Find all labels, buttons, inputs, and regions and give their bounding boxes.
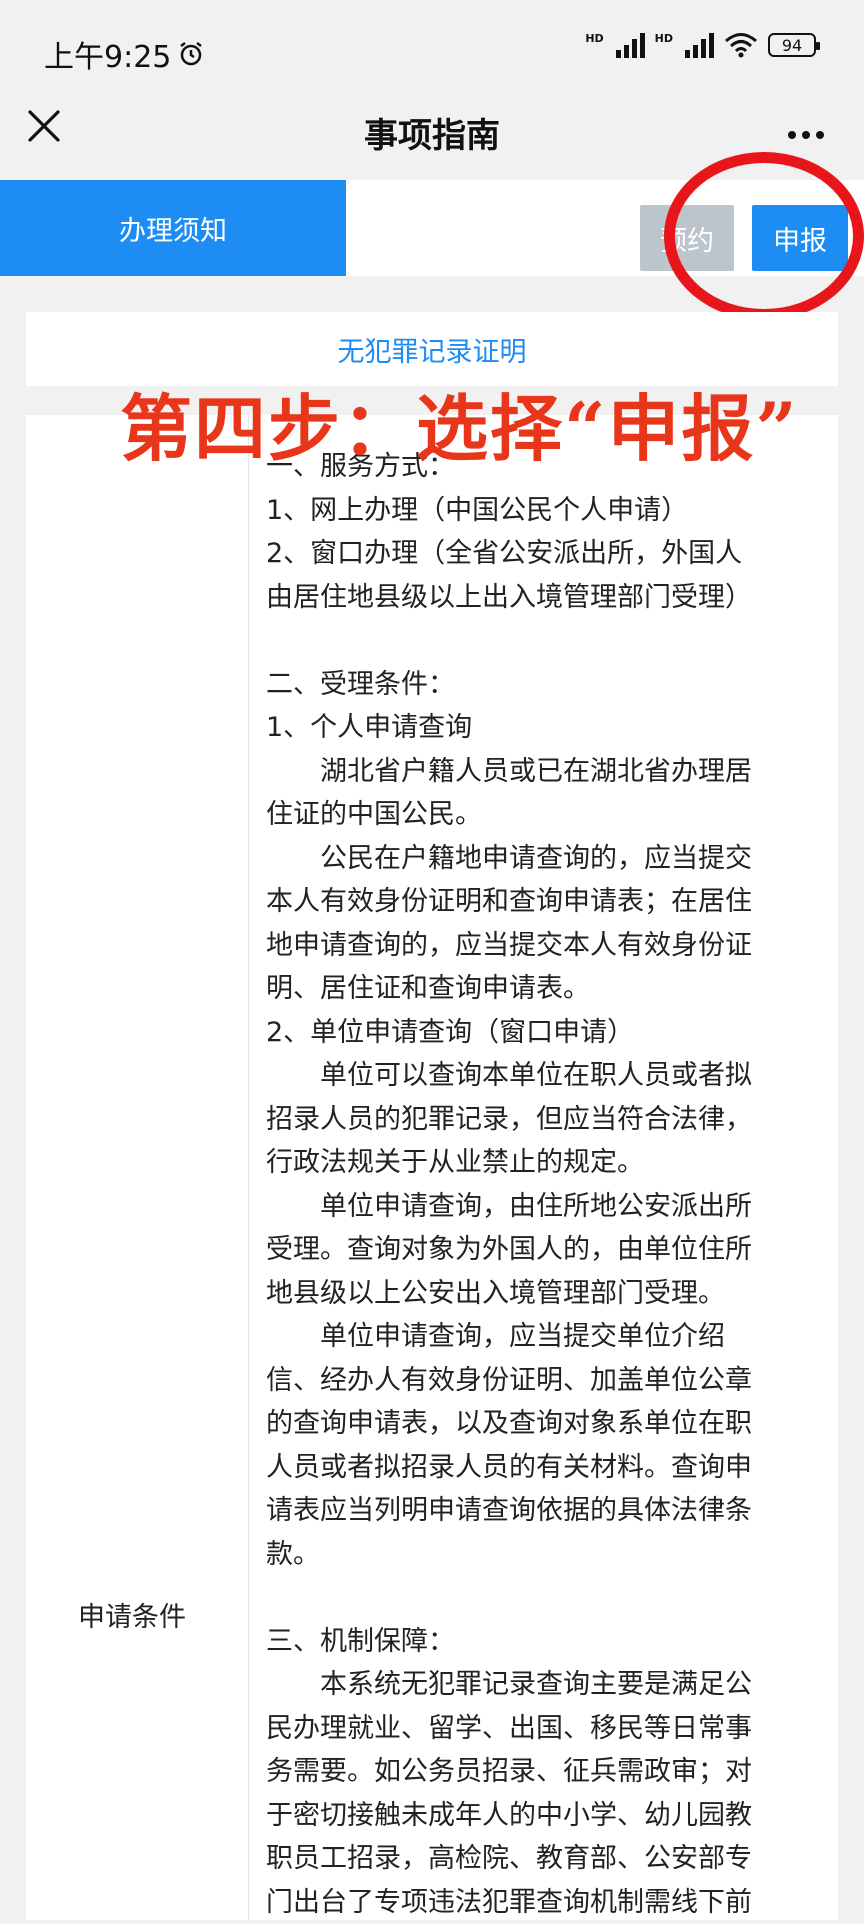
conditions-table: 申请条件 一、服务方式：1、网上办理（中国公民个人申请）2、窗口办理（全省公安派… — [26, 415, 838, 1920]
status-time: 上午9:25 — [44, 32, 205, 76]
condition-line — [266, 619, 826, 663]
hd-label-2: HD — [655, 32, 673, 45]
condition-line: 本系统无犯罪记录查询主要是满足公 — [266, 1663, 826, 1707]
more-icon[interactable] — [788, 124, 832, 134]
condition-line: 2、单位申请查询（窗口申请） — [266, 1011, 826, 1055]
conditions-text: 一、服务方式：1、网上办理（中国公民个人申请）2、窗口办理（全省公安派出所，外国… — [266, 445, 826, 1924]
condition-line — [266, 1576, 826, 1620]
condition-line: 1、个人申请查询 — [266, 706, 826, 750]
condition-line: 湖北省户籍人员或已在湖北省办理居 — [266, 750, 826, 794]
condition-line: 本人有效身份证明和查询申请表；在居住 — [266, 880, 826, 924]
condition-line: 招录人员的犯罪记录，但应当符合法律， — [266, 1098, 826, 1142]
condition-line: 民办理就业、留学、出国、移民等日常事 — [266, 1707, 826, 1751]
alarm-icon — [177, 40, 205, 68]
reserve-button[interactable]: 预约 — [640, 205, 734, 271]
wifi-icon — [724, 32, 758, 58]
condition-line: 务需要。如公务员招录、征兵需政审；对 — [266, 1750, 826, 1794]
condition-line: 地申请查询的，应当提交本人有效身份证 — [266, 924, 826, 968]
condition-line: 二、受理条件： — [266, 663, 826, 707]
condition-line: 请表应当列明申请查询依据的具体法律条 — [266, 1489, 826, 1533]
condition-line: 三、机制保障： — [266, 1620, 826, 1664]
condition-line: 职员工招录，高检院、教育部、公安部专 — [266, 1837, 826, 1881]
condition-line: 门出台了专项违法犯罪查询机制需线下前 — [266, 1881, 826, 1924]
signal-icon-2 — [685, 32, 714, 58]
apply-button[interactable]: 申报 — [752, 205, 848, 271]
tab-notice[interactable]: 办理须知 — [0, 180, 346, 276]
condition-line: 地县级以上公安出入境管理部门受理。 — [266, 1272, 826, 1316]
status-bar: 上午9:25 HD HD 94 — [0, 0, 864, 100]
conditions-label-cell: 申请条件 — [26, 415, 249, 1920]
condition-line: 2、窗口办理（全省公安派出所，外国人 — [266, 532, 826, 576]
condition-line: 于密切接触未成年人的中小学、幼儿园教 — [266, 1794, 826, 1838]
condition-line: 明、居住证和查询申请表。 — [266, 967, 826, 1011]
hd-label: HD — [585, 32, 603, 45]
step-annotation: 第四步：选择“申报” — [120, 370, 799, 475]
condition-line: 住证的中国公民。 — [266, 793, 826, 837]
condition-line: 单位申请查询，由住所地公安派出所 — [266, 1185, 826, 1229]
condition-line: 公民在户籍地申请查询的，应当提交 — [266, 837, 826, 881]
condition-line: 款。 — [266, 1533, 826, 1577]
conditions-label: 申请条件 — [78, 1595, 186, 1634]
condition-line: 受理。查询对象为外国人的，由单位住所 — [266, 1228, 826, 1272]
status-indicators: HD HD 94 — [585, 32, 816, 58]
condition-line: 单位可以查询本单位在职人员或者拟 — [266, 1054, 826, 1098]
condition-line: 行政法规关于从业禁止的规定。 — [266, 1141, 826, 1185]
condition-line: 信、经办人有效身份证明、加盖单位公章 — [266, 1359, 826, 1403]
condition-line: 人员或者拟招录人员的有关材料。查询申 — [266, 1446, 826, 1490]
tab-bar: 办理须知 预约 申报 — [0, 180, 864, 276]
condition-line: 单位申请查询，应当提交单位介绍 — [266, 1315, 826, 1359]
clock-text: 上午9:25 — [44, 32, 171, 76]
signal-icon — [616, 32, 645, 58]
battery-level: 94 — [782, 36, 802, 55]
condition-line: 由居住地县级以上出入境管理部门受理） — [266, 576, 826, 620]
condition-line: 的查询申请表，以及查询对象系单位在职 — [266, 1402, 826, 1446]
battery-icon: 94 — [768, 33, 816, 57]
condition-line: 1、网上办理（中国公民个人申请） — [266, 489, 826, 533]
page-title: 事项指南 — [0, 108, 864, 157]
